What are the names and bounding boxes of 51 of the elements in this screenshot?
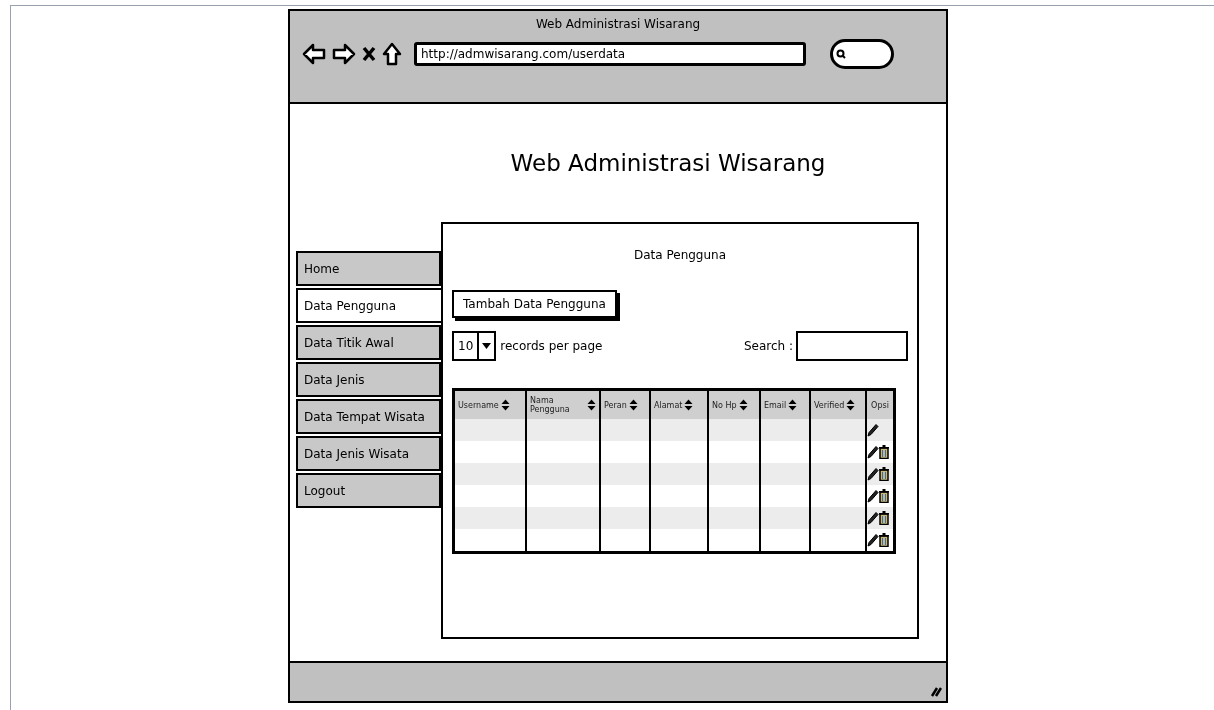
- trash-icon[interactable]: [879, 533, 889, 547]
- column-header: Verified: [814, 400, 845, 410]
- window-title: Web Administrasi Wisarang: [535, 16, 701, 33]
- pencil-icon[interactable]: [867, 423, 879, 437]
- trash-icon[interactable]: [879, 445, 889, 459]
- search-label: Search :: [743, 338, 793, 355]
- url-field[interactable]: http://admwisarang.com/userdata: [414, 42, 806, 66]
- sort-icon[interactable]: [846, 399, 856, 411]
- pencil-icon[interactable]: [867, 467, 879, 481]
- page-heading: Web Administrasi Wisarang: [510, 148, 826, 178]
- pencil-icon[interactable]: [867, 533, 879, 547]
- nav-tab[interactable]: Data Titik Awal: [296, 325, 441, 360]
- sort-icon[interactable]: [738, 399, 748, 411]
- column-header: Nama Pengguna: [530, 396, 571, 414]
- nav-tab[interactable]: Home: [296, 251, 441, 286]
- nav-tab[interactable]: Data Jenis: [296, 362, 441, 397]
- column-header: No Hp: [712, 400, 737, 410]
- nav-tab[interactable]: Logout: [296, 473, 441, 508]
- column-header: Username: [458, 400, 499, 410]
- sort-icon[interactable]: [500, 399, 510, 411]
- back-icon[interactable]: [302, 43, 326, 65]
- sort-icon[interactable]: [684, 399, 694, 411]
- sort-icon[interactable]: [788, 399, 798, 411]
- column-header: Alamat: [654, 400, 683, 410]
- search-field[interactable]: [830, 39, 894, 69]
- search-icon: [836, 49, 846, 59]
- nav-tab[interactable]: Data Jenis Wisata: [296, 436, 441, 471]
- home-icon[interactable]: [382, 42, 402, 66]
- resize-handle-icon[interactable]: [930, 685, 942, 697]
- column-header: Email: [764, 400, 787, 410]
- column-header: Opsi: [871, 400, 889, 410]
- records-label: records per page: [500, 338, 603, 355]
- trash-icon[interactable]: [879, 511, 889, 525]
- column-header: Peran: [604, 400, 627, 410]
- add-user-button[interactable]: Tambah Data Pengguna: [452, 290, 617, 318]
- search-input[interactable]: [796, 331, 908, 361]
- trash-icon[interactable]: [879, 489, 889, 503]
- close-icon[interactable]: [362, 46, 376, 62]
- pencil-icon[interactable]: [867, 489, 879, 503]
- sort-icon[interactable]: [587, 399, 596, 411]
- page-size-dropdown[interactable]: 10: [452, 331, 497, 361]
- pencil-icon[interactable]: [867, 511, 879, 525]
- pencil-icon[interactable]: [867, 445, 879, 459]
- caret-icon: [482, 343, 492, 349]
- trash-icon[interactable]: [879, 467, 889, 481]
- nav-tab[interactable]: Data Tempat Wisata: [296, 399, 441, 434]
- panel-title: Data Pengguna: [633, 247, 727, 264]
- nav-tab[interactable]: Data Pengguna: [296, 288, 441, 323]
- forward-icon[interactable]: [332, 43, 356, 65]
- sort-icon[interactable]: [628, 399, 638, 411]
- header-cell[interactable]: Nama Pengguna: [525, 391, 599, 419]
